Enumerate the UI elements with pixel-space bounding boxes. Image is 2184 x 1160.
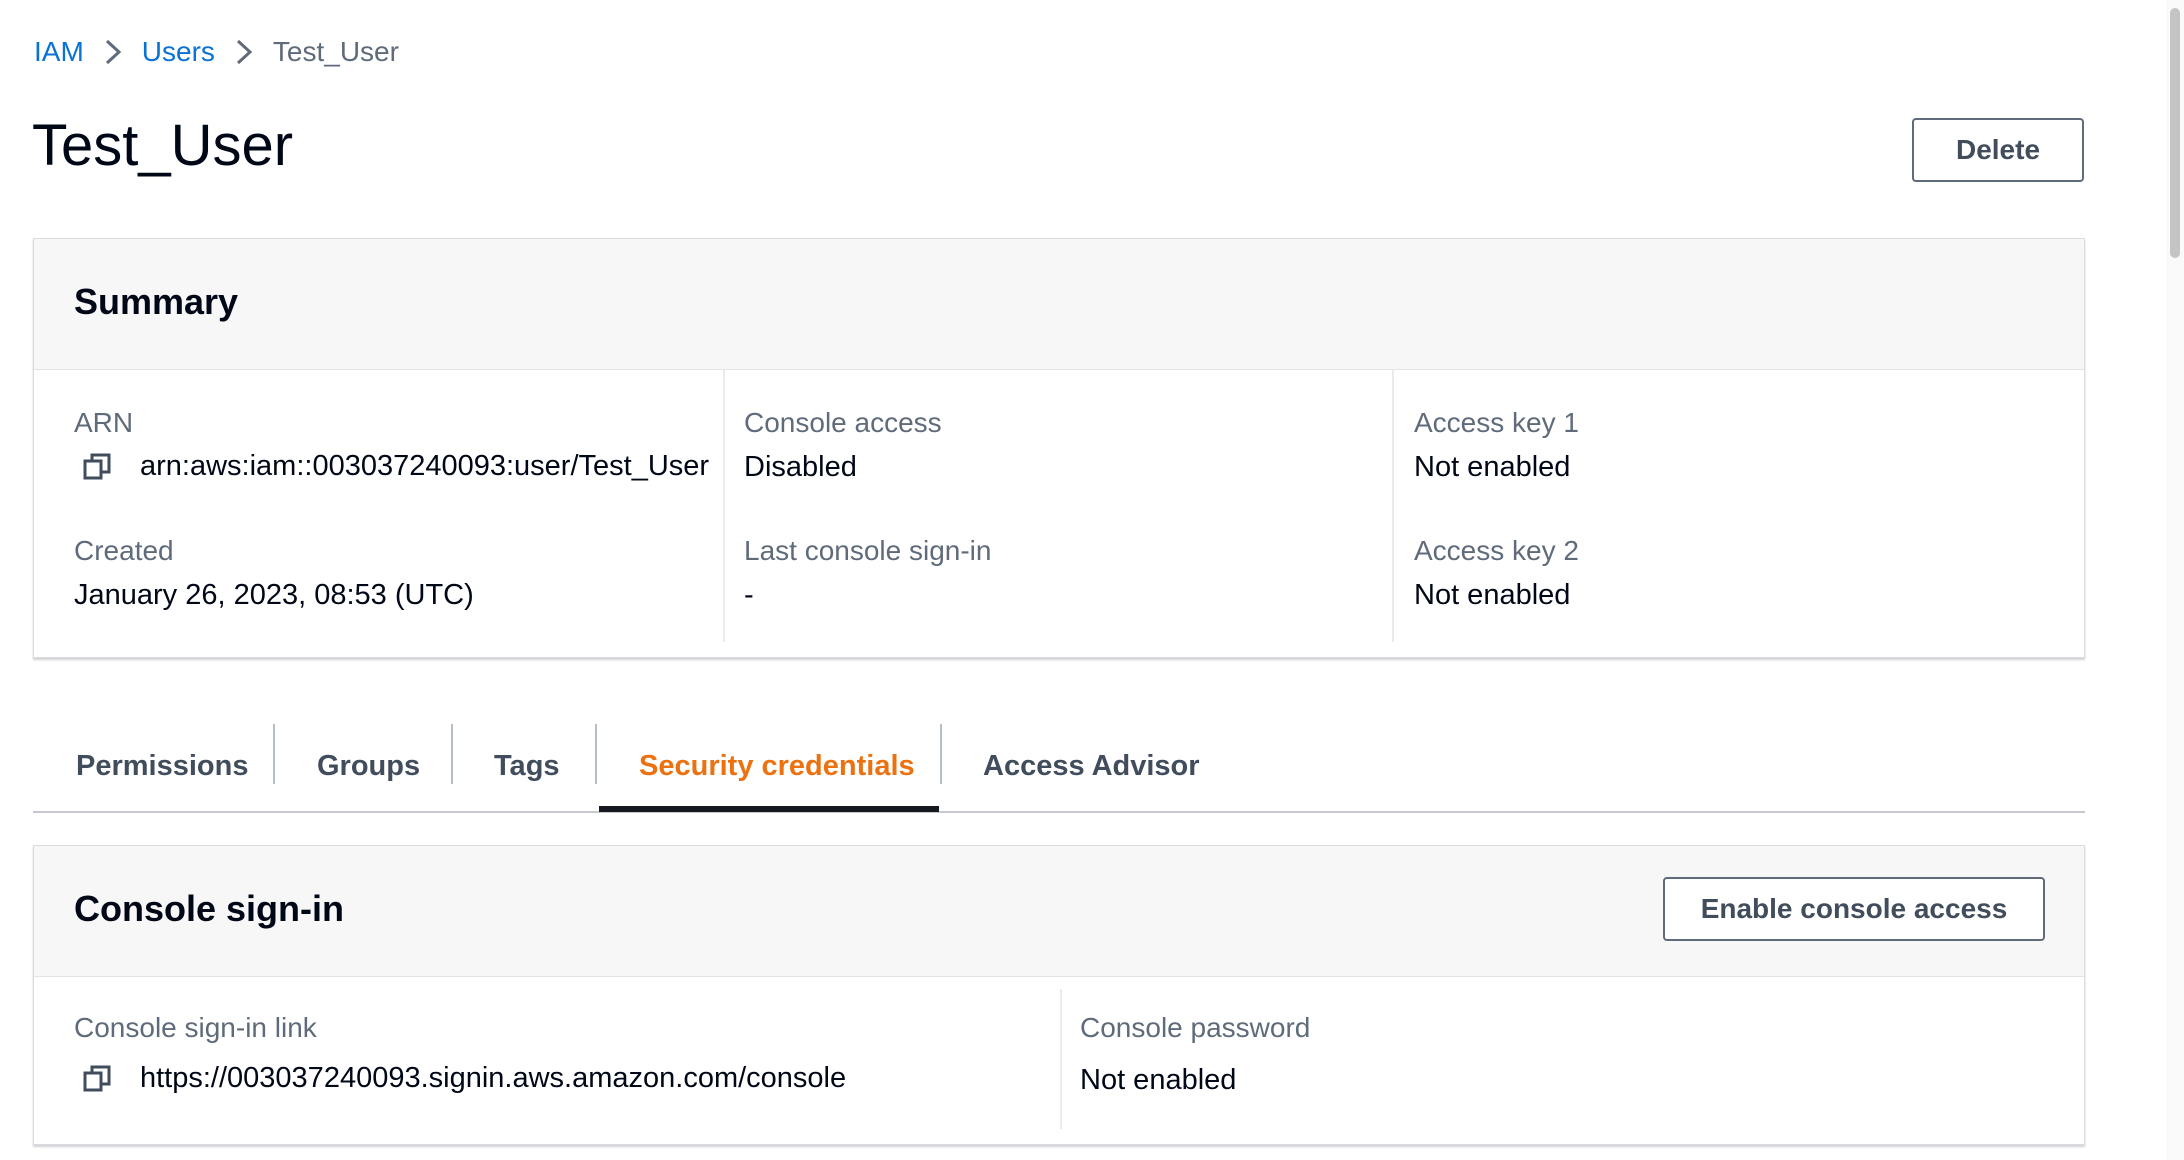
tab-divider: [940, 724, 942, 784]
tab-access-advisor[interactable]: Access Advisor: [983, 722, 1200, 810]
console-signin-link-value: https://003037240093.signin.aws.amazon.c…: [140, 1062, 847, 1094]
tab-groups[interactable]: Groups: [317, 722, 420, 810]
tab-security-credentials[interactable]: Security credentials: [639, 722, 915, 810]
column-divider: [723, 370, 725, 642]
tab-divider: [451, 724, 453, 784]
console-signin-title: Console sign-in: [74, 888, 344, 929]
access-key-1-value: Not enabled: [1414, 451, 1571, 483]
console-signin-link-row: https://003037240093.signin.aws.amazon.c…: [82, 1062, 846, 1095]
console-signin-link-label: Console sign-in link: [74, 1012, 317, 1043]
scrollbar-thumb[interactable]: [2170, 8, 2180, 258]
tab-permissions[interactable]: Permissions: [76, 722, 248, 810]
page-title: Test_User: [32, 113, 294, 178]
summary-header: Summary: [34, 239, 2084, 370]
column-divider: [1060, 989, 1062, 1129]
console-access-value: Disabled: [744, 451, 857, 483]
last-signin-value: -: [744, 579, 754, 611]
chevron-right-icon: [84, 38, 142, 66]
tab-tags[interactable]: Tags: [494, 722, 560, 810]
tab-divider: [595, 724, 597, 784]
last-signin-label: Last console sign-in: [744, 535, 992, 566]
enable-console-access-button[interactable]: Enable console access: [1663, 877, 2045, 941]
console-password-label: Console password: [1080, 1012, 1311, 1043]
breadcrumb: IAM Users Test_User: [34, 32, 399, 72]
access-key-2-value: Not enabled: [1414, 579, 1571, 611]
arn-label: ARN: [74, 407, 134, 438]
console-access-label: Console access: [744, 407, 942, 438]
summary-title: Summary: [74, 281, 239, 322]
breadcrumb-users-link[interactable]: Users: [142, 36, 215, 68]
arn-value: arn:aws:iam::003037240093:user/Test_User: [140, 450, 710, 482]
column-divider: [1392, 370, 1394, 642]
summary-panel: Summary ARN arn:aws:iam::003037240093:us…: [33, 238, 2085, 658]
copy-icon[interactable]: [82, 452, 112, 482]
arn-row: arn:aws:iam::003037240093:user/Test_User: [82, 450, 709, 483]
copy-icon[interactable]: [82, 1064, 112, 1094]
tab-bar: Permissions Groups Tags Security credent…: [33, 722, 2085, 813]
access-key-2-label: Access key 2: [1414, 535, 1579, 566]
active-tab-indicator: [599, 806, 939, 812]
created-value: January 26, 2023, 08:53 (UTC): [74, 579, 474, 611]
console-password-value: Not enabled: [1080, 1064, 1237, 1096]
chevron-right-icon: [215, 38, 273, 66]
page-scrollbar[interactable]: [2166, 0, 2184, 1160]
breadcrumb-current-user: Test_User: [272, 36, 399, 67]
iam-user-detail-page: IAM Users Test_User Test_User Delete Sum…: [0, 0, 2184, 1160]
delete-button[interactable]: Delete: [1912, 118, 2084, 182]
tab-divider: [273, 724, 275, 784]
created-label: Created: [74, 535, 174, 566]
breadcrumb-iam-link[interactable]: IAM: [34, 36, 84, 68]
access-key-1-label: Access key 1: [1414, 407, 1579, 438]
